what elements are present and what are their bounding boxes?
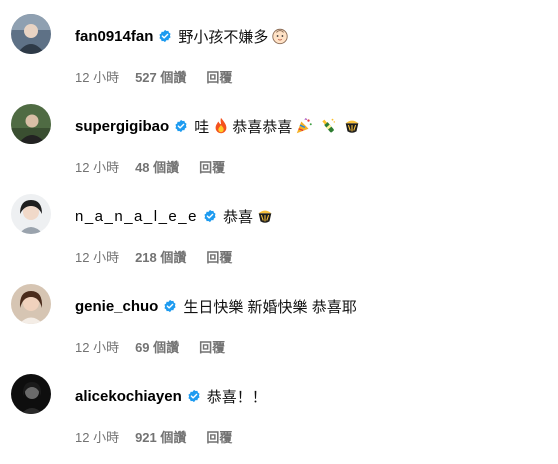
comment-text: 生日快樂 新婚快樂 恭喜耶 <box>183 298 357 316</box>
comment-time: 12 小時 <box>75 250 120 265</box>
comment-text-2: 恭喜恭喜 <box>232 118 293 136</box>
comment-text: 恭喜 <box>222 208 253 226</box>
comment-text: 哇 <box>194 118 210 136</box>
verified-badge-icon <box>203 209 217 223</box>
tada-emoji-icon <box>256 207 274 225</box>
avatar[interactable] <box>11 14 51 54</box>
champagne-emoji-icon <box>319 117 337 135</box>
avatar[interactable] <box>11 194 51 234</box>
avatar[interactable] <box>11 104 51 144</box>
verified-badge-icon <box>187 389 201 403</box>
party-popper-emoji-icon <box>295 117 313 135</box>
reply-button[interactable]: 回覆 <box>199 157 225 176</box>
comment-text: 野小孩不嫌多 <box>178 28 269 46</box>
username[interactable]: alicekochiayen <box>75 388 182 405</box>
like-count[interactable]: 527 個讚 <box>135 67 186 86</box>
comment-time: 12 小時 <box>75 430 120 445</box>
username[interactable]: fan0914fan <box>75 28 153 45</box>
comment-time: 12 小時 <box>75 160 120 175</box>
avatar[interactable] <box>11 284 51 324</box>
verified-badge-icon <box>163 299 177 313</box>
fire-emoji-icon <box>212 117 230 135</box>
comment-text: 恭喜！！ <box>206 388 267 406</box>
comment-item: genie_chuo 生日快樂 新婚快樂 恭喜耶 12 小時 69 個讚 回覆 <box>0 284 558 374</box>
tada-emoji-icon <box>343 117 361 135</box>
comment-time: 12 小時 <box>75 70 120 85</box>
like-count[interactable]: 218 個讚 <box>135 247 186 266</box>
avatar[interactable] <box>11 374 51 414</box>
reply-button[interactable]: 回覆 <box>206 247 232 266</box>
reply-button[interactable]: 回覆 <box>206 67 232 86</box>
comment-time: 12 小時 <box>75 340 120 355</box>
comment-list: fan0914fan 野小孩不嫌多 12 小時 527 個讚 回覆 superg… <box>0 0 558 461</box>
username[interactable]: supergigibao <box>75 118 169 135</box>
reply-button[interactable]: 回覆 <box>206 427 232 446</box>
like-count[interactable]: 69 個讚 <box>135 337 179 356</box>
comment-item: supergigibao 哇 恭喜恭喜 12 小時 48 個讚 回覆 <box>0 104 558 194</box>
baby-face-emoji-icon <box>271 27 289 45</box>
reply-button[interactable]: 回覆 <box>199 337 225 356</box>
like-count[interactable]: 921 個讚 <box>135 427 186 446</box>
username[interactable]: genie_chuo <box>75 298 158 315</box>
username[interactable]: n_a_n_a_l_e_e <box>75 208 198 225</box>
comment-item: alicekochiayen 恭喜！！ 12 小時 921 個讚 回覆 <box>0 374 558 464</box>
verified-badge-icon <box>174 119 188 133</box>
like-count[interactable]: 48 個讚 <box>135 157 179 176</box>
comment-item: fan0914fan 野小孩不嫌多 12 小時 527 個讚 回覆 <box>0 14 558 104</box>
comment-item: n_a_n_a_l_e_e 恭喜 12 小時 218 個讚 回覆 <box>0 194 558 284</box>
verified-badge-icon <box>158 29 172 43</box>
